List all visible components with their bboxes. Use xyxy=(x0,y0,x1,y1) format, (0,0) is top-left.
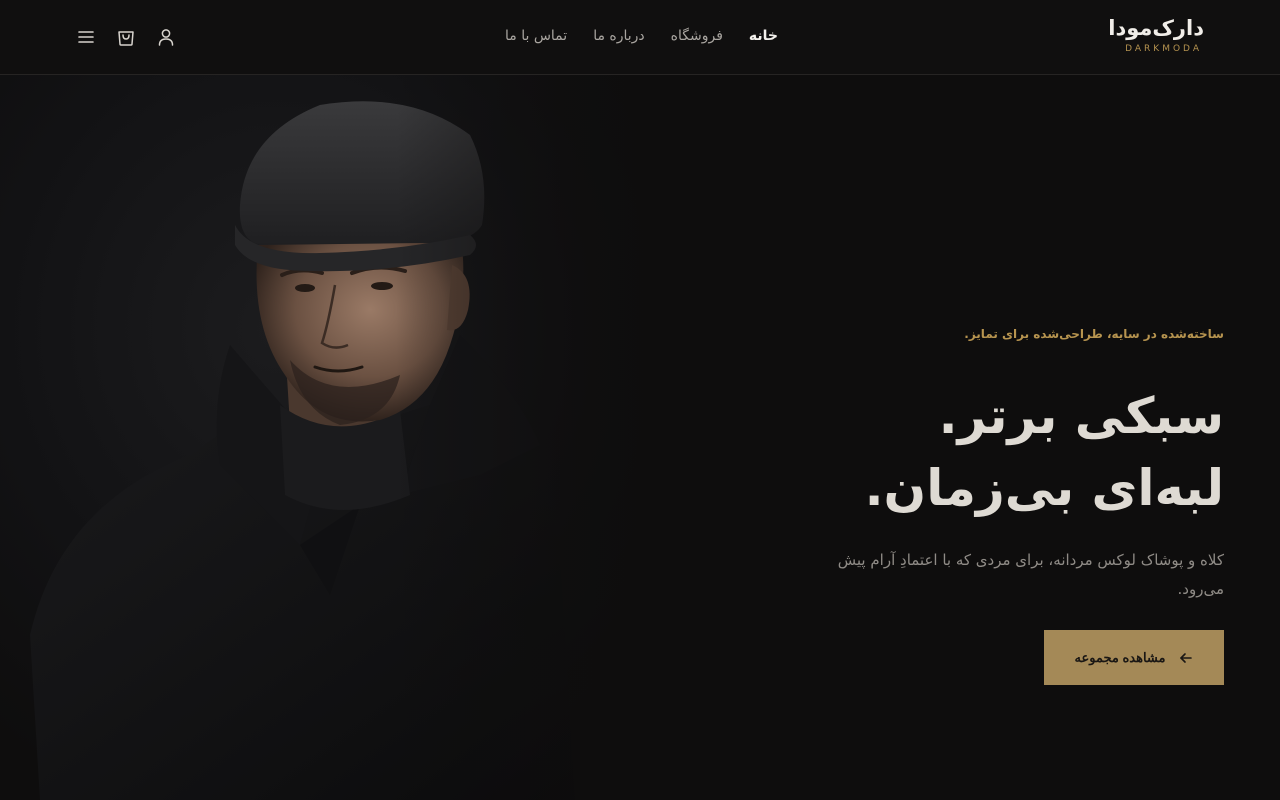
user-icon xyxy=(158,29,174,46)
view-collection-button[interactable]: مشاهده مجموعه xyxy=(1044,630,1224,685)
brand-name-en: DARKMODA xyxy=(1125,44,1202,54)
menu-icon xyxy=(78,31,94,43)
nav-item-home[interactable]: خانه xyxy=(749,28,778,44)
account-button[interactable] xyxy=(150,20,182,54)
brand-name-fa: دارک‌مودا xyxy=(1108,16,1204,40)
hero-headline-line-1: سبکی برتر. xyxy=(938,387,1224,445)
main-nav: تماس با ما درباره ما فروشگاه خانه xyxy=(505,18,778,54)
site-header: تماس با ما درباره ما فروشگاه خانه دارک‌م… xyxy=(0,0,1280,75)
arrow-left-icon xyxy=(1180,652,1193,663)
hero-headline-line-2: لبه‌ای بی‌زمان. xyxy=(864,459,1224,517)
hero-content: ساخته‌شده در سایه، طراحی‌شده برای تمایز.… xyxy=(804,320,1224,685)
nav-item-about[interactable]: درباره ما xyxy=(593,28,644,44)
cart-button[interactable] xyxy=(110,20,142,54)
brand-logo[interactable]: دارک‌مودا DARKMODA xyxy=(1094,14,1204,55)
nav-item-shop[interactable]: فروشگاه xyxy=(671,28,723,44)
header-actions xyxy=(70,20,182,54)
nav-item-contact[interactable]: تماس با ما xyxy=(505,28,567,44)
view-collection-label: مشاهده مجموعه xyxy=(1074,649,1166,665)
hero-photo xyxy=(0,75,660,800)
shopping-bag-icon xyxy=(118,31,134,46)
hero-subtitle: کلاه و پوشاک لوکس مردانه، برای مردی که ب… xyxy=(837,551,1224,598)
hero-headline: سبکی برتر. لبه‌ای بی‌زمان. xyxy=(804,380,1224,524)
page: تماس با ما درباره ما فروشگاه خانه دارک‌م… xyxy=(0,0,1280,800)
hero-eyebrow: ساخته‌شده در سایه، طراحی‌شده برای تمایز. xyxy=(964,327,1224,341)
menu-button[interactable] xyxy=(70,20,102,54)
hero-model-illustration xyxy=(0,75,660,800)
